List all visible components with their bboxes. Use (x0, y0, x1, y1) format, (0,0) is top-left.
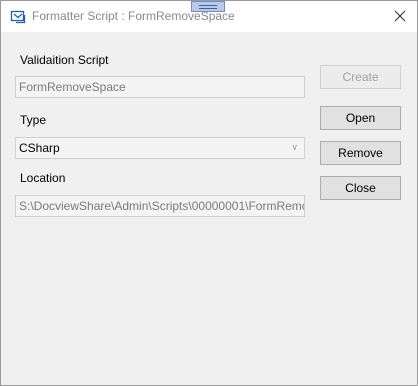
script-name-field[interactable]: FormRemoveSpace (15, 76, 305, 98)
open-button[interactable]: Open (320, 106, 401, 130)
create-button[interactable]: Create (320, 65, 401, 89)
location-field[interactable]: S:\DocviewShare\Admin\Scripts\00000001\F… (15, 195, 305, 217)
close-button[interactable]: Close (320, 176, 401, 200)
remove-button[interactable]: Remove (320, 141, 401, 165)
close-window-icon[interactable] (391, 7, 409, 25)
formatter-script-dialog: Formatter Script : FormRemoveSpace Valid… (0, 0, 418, 386)
type-label: Type (20, 113, 47, 127)
type-select-value: CSharp (19, 141, 60, 155)
chevron-down-icon[interactable]: ∨ (291, 142, 298, 153)
type-select[interactable]: CSharp ∨ (15, 137, 305, 159)
script-app-icon (10, 10, 26, 24)
location-label: Location (20, 171, 66, 185)
script-label: Validaition Script (20, 53, 109, 67)
drag-grip-handle[interactable] (191, 1, 225, 12)
